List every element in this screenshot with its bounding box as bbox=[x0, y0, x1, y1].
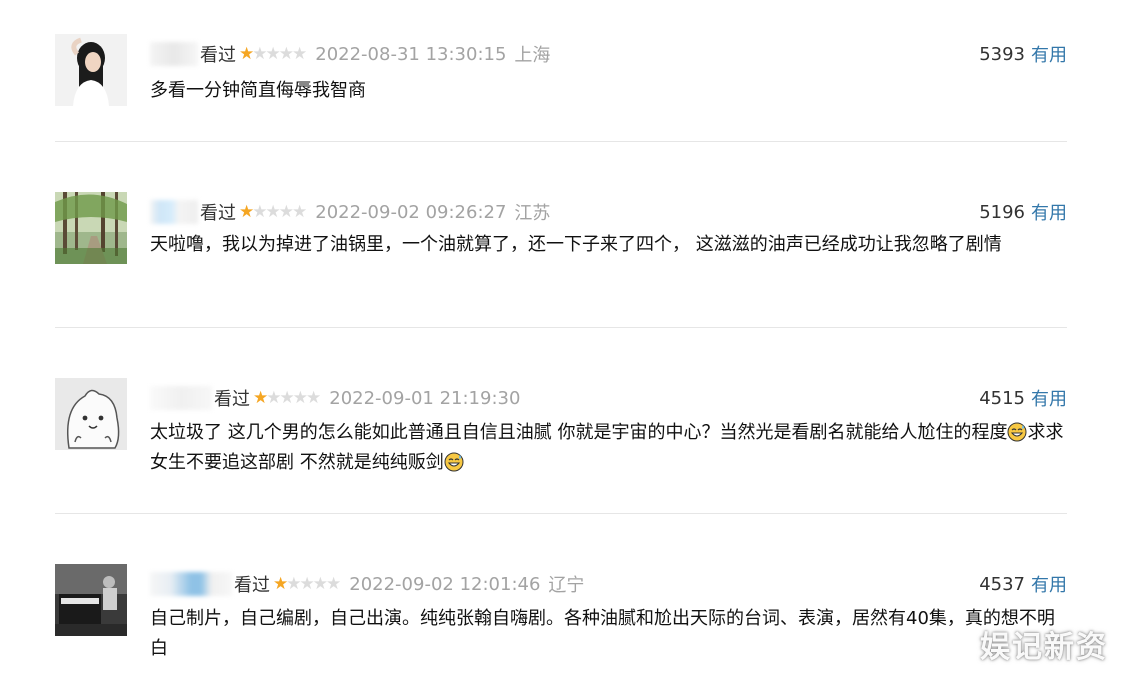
user-avatar[interactable] bbox=[55, 378, 127, 450]
comment-text: 太垃圾了 这几个男的怎么能如此普通且自信且油腻 你就是宇宙的中心？当然光是看剧名… bbox=[150, 418, 1065, 478]
divider bbox=[55, 327, 1067, 328]
comment-text: 天啦噜，我以为掉进了油锅里，一个油就算了，还一下子来了四个， 这滋滋的油声已经成… bbox=[150, 234, 1002, 255]
piano-man-avatar-icon bbox=[55, 564, 127, 636]
comment-datetime: 2022-09-02 09:26:27 bbox=[315, 201, 507, 223]
star-empty-icon: ★ bbox=[292, 43, 307, 64]
star-empty-icon: ★ bbox=[278, 43, 294, 64]
star-empty-icon: ★ bbox=[252, 201, 267, 222]
watch-status: 看过 bbox=[234, 575, 270, 596]
sweat-smile-emoji-icon bbox=[1007, 422, 1027, 442]
comment-location: 江苏 bbox=[514, 203, 551, 224]
useful-button[interactable]: 有用 bbox=[1031, 385, 1067, 411]
comment-item: 看过 ★ ★ ★ ★ ★ 2022-09-02 12:01:46 辽宁 4537 有用 … bbox=[55, 564, 1067, 674]
useful-button[interactable]: 有用 bbox=[1031, 199, 1067, 225]
username-blurred[interactable] bbox=[150, 42, 198, 66]
comment-location: 上海 bbox=[514, 45, 551, 66]
rating-stars: ★ ★ ★ ★ ★ bbox=[253, 387, 321, 408]
cartoon-blob-avatar-icon bbox=[55, 378, 127, 450]
useful-button[interactable]: 有用 bbox=[1031, 571, 1067, 597]
star-filled-icon: ★ bbox=[253, 387, 268, 408]
forest-path-avatar-icon bbox=[55, 192, 127, 264]
star-filled-icon: ★ bbox=[239, 201, 254, 222]
star-empty-icon: ★ bbox=[312, 573, 328, 594]
star-empty-icon: ★ bbox=[292, 387, 308, 408]
comment-text: 自己制片，自己编剧，自己出演。纯纯张翰自嗨剧。各种油腻和尬出天际的台词、表演，居… bbox=[150, 608, 1055, 659]
username-blurred[interactable] bbox=[150, 386, 212, 410]
vote-area: 4515 有用 bbox=[979, 385, 1067, 411]
rating-stars: ★ ★ ★ ★ ★ bbox=[273, 573, 341, 594]
star-empty-icon: ★ bbox=[252, 43, 267, 64]
star-filled-icon: ★ bbox=[273, 573, 288, 594]
username-blurred[interactable] bbox=[150, 200, 198, 224]
star-empty-icon: ★ bbox=[266, 387, 281, 408]
comment-meta: 看过 ★ ★ ★ ★ ★ 2022-09-02 12:01:46 辽宁 bbox=[150, 572, 584, 596]
watch-status: 看过 bbox=[200, 203, 236, 224]
comment-item: 看过 ★ ★ ★ ★ ★ 2022-09-02 09:26:27 江苏 5196 有用 … bbox=[55, 192, 1067, 302]
star-empty-icon: ★ bbox=[292, 201, 307, 222]
vote-area: 4537 有用 bbox=[979, 571, 1067, 597]
sweat-smile-emoji-icon bbox=[444, 452, 464, 472]
comment-datetime: 2022-09-01 21:19:30 bbox=[329, 387, 521, 409]
username-blurred[interactable] bbox=[150, 572, 232, 596]
divider bbox=[55, 141, 1067, 142]
vote-count: 5196 bbox=[979, 201, 1025, 223]
comment-meta: 看过 ★ ★ ★ ★ ★ 2022-08-31 13:30:15 上海 bbox=[150, 42, 550, 66]
watch-status: 看过 bbox=[214, 389, 250, 410]
star-filled-icon: ★ bbox=[239, 43, 254, 64]
comment-datetime: 2022-09-02 12:01:46 bbox=[349, 573, 541, 595]
comment-datetime: 2022-08-31 13:30:15 bbox=[315, 43, 507, 65]
star-empty-icon: ★ bbox=[326, 573, 341, 594]
vote-count: 4515 bbox=[979, 387, 1025, 409]
comment-text: 多看一分钟简直侮辱我智商 bbox=[150, 80, 366, 101]
star-empty-icon: ★ bbox=[265, 43, 281, 64]
comment-meta: 看过 ★ ★ ★ ★ ★ 2022-09-02 09:26:27 江苏 bbox=[150, 200, 550, 224]
girl-photo-avatar-icon bbox=[55, 34, 127, 106]
comment-text-part: 太垃圾了 这几个男的怎么能如此普通且自信且油腻 你就是宇宙的中心？当然光是看剧名… bbox=[150, 422, 1008, 443]
vote-count: 5393 bbox=[979, 43, 1025, 65]
star-empty-icon: ★ bbox=[286, 573, 301, 594]
star-empty-icon: ★ bbox=[306, 387, 321, 408]
comment-item: 看过 ★ ★ ★ ★ ★ 2022-09-01 21:19:30 4515 有用 太垃圾… bbox=[55, 378, 1067, 488]
user-avatar[interactable] bbox=[55, 34, 127, 106]
star-empty-icon: ★ bbox=[278, 201, 294, 222]
vote-area: 5196 有用 bbox=[979, 199, 1067, 225]
rating-stars: ★ ★ ★ ★ ★ bbox=[239, 43, 307, 64]
divider bbox=[55, 513, 1067, 514]
user-avatar[interactable] bbox=[55, 192, 127, 264]
vote-area: 5393 有用 bbox=[979, 41, 1067, 67]
star-empty-icon: ★ bbox=[299, 573, 315, 594]
useful-button[interactable]: 有用 bbox=[1031, 41, 1067, 67]
star-empty-icon: ★ bbox=[265, 201, 281, 222]
star-empty-icon: ★ bbox=[279, 387, 295, 408]
comment-item: 看过 ★ ★ ★ ★ ★ 2022-08-31 13:30:15 上海 5393 有用 … bbox=[55, 34, 1067, 110]
vote-count: 4537 bbox=[979, 573, 1025, 595]
comment-location: 辽宁 bbox=[548, 575, 585, 596]
rating-stars: ★ ★ ★ ★ ★ bbox=[239, 201, 307, 222]
watermark-text: 娱记新资 bbox=[980, 630, 1108, 665]
watch-status: 看过 bbox=[200, 45, 236, 66]
user-avatar[interactable] bbox=[55, 564, 127, 636]
comment-meta: 看过 ★ ★ ★ ★ ★ 2022-09-01 21:19:30 bbox=[150, 386, 520, 410]
